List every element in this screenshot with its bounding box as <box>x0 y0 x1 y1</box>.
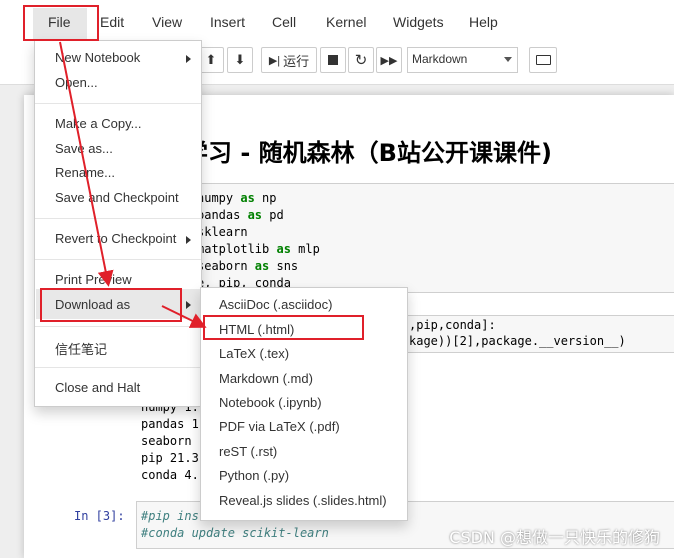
menu-divider <box>35 218 201 219</box>
menu-new-notebook[interactable]: New Notebook <box>55 50 140 65</box>
output-line: seaborn ( <box>141 434 207 448</box>
submenu-arrow-icon <box>186 236 191 244</box>
code-line: sklearn <box>197 225 248 239</box>
menu-save-checkpoint[interactable]: Save and Checkpoint <box>55 190 179 205</box>
caret-down-icon <box>504 57 512 62</box>
refresh-icon: ↻ <box>354 52 368 69</box>
keyboard-icon <box>535 55 551 65</box>
annotation-box-file <box>23 5 99 41</box>
download-pdf[interactable]: PDF via LaTeX (.pdf) <box>219 419 340 434</box>
code-cell-imports[interactable]: numpy as np pandas as pd sklearn matplot… <box>136 183 674 293</box>
cell-type-select[interactable]: Markdown <box>407 47 518 73</box>
download-latex[interactable]: LaTeX (.tex) <box>219 346 289 361</box>
code-line: numpy as np <box>197 191 277 205</box>
page-title: 学习 - 随机森林（B站公开课课件) <box>184 139 552 167</box>
run-label: 运行 <box>283 53 310 69</box>
download-markdown[interactable]: Markdown (.md) <box>219 371 313 386</box>
menu-divider <box>35 326 201 327</box>
restart-button[interactable]: ↻ <box>348 47 374 73</box>
download-python[interactable]: Python (.py) <box>219 468 289 483</box>
submenu-arrow-icon <box>186 55 191 63</box>
menu-make-copy[interactable]: Make a Copy... <box>55 116 141 131</box>
fast-forward-icon: ▶▶ <box>380 54 398 67</box>
restart-run-all-button[interactable]: ▶▶ <box>376 47 402 73</box>
output-line: pip 21.3. <box>141 451 207 465</box>
step-forward-icon: ▶| <box>268 54 281 67</box>
move-down-button[interactable]: ⬇ <box>227 47 253 73</box>
input-prompt: In [3]: <box>74 509 125 523</box>
download-reveal-slides[interactable]: Reveal.js slides (.slides.html) <box>219 493 387 508</box>
menu-divider <box>35 259 201 260</box>
menu-open[interactable]: Open... <box>55 75 98 90</box>
menu-revert-checkpoint[interactable]: Revert to Checkpoint <box>55 231 176 246</box>
output-line: conda 4.1 <box>141 468 207 482</box>
menu-trusted-notebook[interactable]: 信任笔记 <box>55 339 107 358</box>
code-line: kage))[2],package.__version__) <box>409 334 626 348</box>
interrupt-button[interactable] <box>320 47 346 73</box>
code-comment: #conda update scikit-learn <box>141 526 329 540</box>
download-asciidoc[interactable]: AsciiDoc (.asciidoc) <box>219 297 332 312</box>
menu-edit[interactable]: Edit <box>100 14 124 30</box>
code-line: seaborn as sns <box>197 259 299 273</box>
code-line: matplotlib as mlp <box>197 242 320 256</box>
code-line: ,pip,conda]: <box>409 318 496 332</box>
download-rest[interactable]: reST (.rst) <box>219 444 277 459</box>
submenu-arrow-icon <box>186 301 191 309</box>
menu-cell[interactable]: Cell <box>272 14 296 30</box>
menu-divider <box>35 367 201 368</box>
annotation-box-html <box>203 315 364 340</box>
command-palette-button[interactable] <box>529 47 557 73</box>
arrow-down-icon: ⬇ <box>234 52 246 67</box>
menu-view[interactable]: View <box>152 14 182 30</box>
watermark: CSDN @想做一只快乐的修狗 <box>449 528 660 547</box>
run-button[interactable]: ▶| 运行 <box>261 47 317 73</box>
menu-insert[interactable]: Insert <box>210 14 245 30</box>
arrow-up-icon: ⬆ <box>205 52 217 67</box>
file-dropdown-menu: New Notebook Open... Make a Copy... Save… <box>34 40 202 407</box>
menu-widgets[interactable]: Widgets <box>393 14 444 30</box>
download-notebook[interactable]: Notebook (.ipynb) <box>219 395 322 410</box>
cell-type-value: Markdown <box>412 52 468 66</box>
stop-icon <box>328 55 338 65</box>
menu-rename[interactable]: Rename... <box>55 165 115 180</box>
menu-print-preview[interactable]: Print Preview <box>55 272 132 287</box>
output-line: pandas 1. <box>141 417 207 431</box>
menu-close-halt[interactable]: Close and Halt <box>55 380 140 395</box>
menu-kernel[interactable]: Kernel <box>326 14 366 30</box>
code-line: pandas as pd <box>197 208 284 222</box>
menu-divider <box>35 103 201 104</box>
menu-save-as[interactable]: Save as... <box>55 141 113 156</box>
annotation-box-download-as <box>40 288 182 322</box>
menu-help[interactable]: Help <box>469 14 498 30</box>
menubar: File Edit View Insert Cell Kernel Widget… <box>0 0 674 45</box>
